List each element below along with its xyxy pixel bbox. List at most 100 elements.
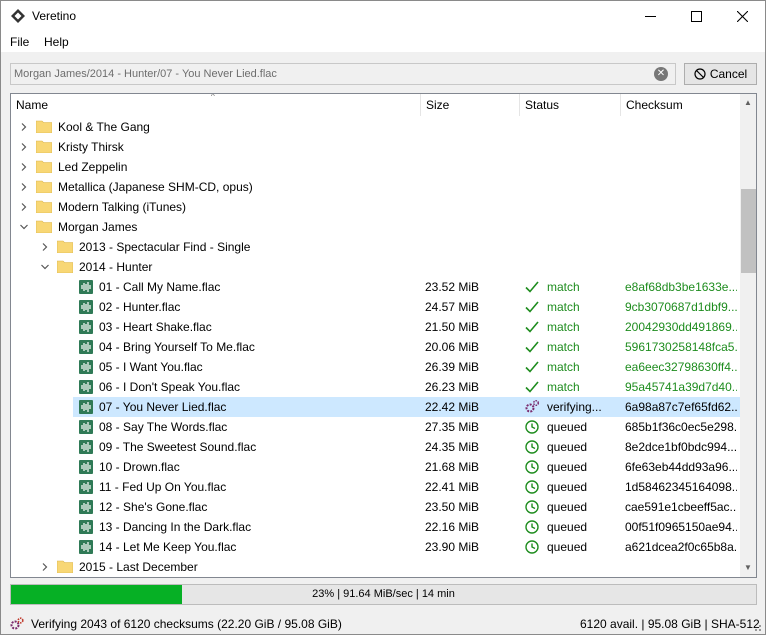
window-title: Veretino [32, 9, 77, 23]
chevron-down-icon[interactable] [41, 263, 49, 271]
chevron-down-icon[interactable] [20, 223, 28, 231]
check-icon [525, 361, 539, 373]
column-header-status[interactable]: Status [519, 94, 619, 116]
file-status: match [547, 280, 580, 294]
tree-row-file[interactable]: 04 - Bring Yourself To Me.flac 20.06 MiB m… [11, 337, 740, 357]
menu-help[interactable]: Help [44, 35, 69, 49]
folder-name: Kristy Thirsk [58, 140, 124, 154]
tree-row-file[interactable]: 01 - Call My Name.flac 23.52 MiB match e8af… [11, 277, 740, 297]
file-size: 24.57 MiB [425, 300, 480, 314]
title-bar: Veretino [1, 1, 765, 32]
resize-grip-icon[interactable] [751, 621, 761, 631]
chevron-right-icon[interactable] [20, 143, 28, 151]
progress-bar: 23% | 91.64 MiB/sec | 14 min [10, 584, 757, 605]
file-name: 10 - Drown.flac [99, 460, 180, 474]
file-status: queued [547, 480, 588, 494]
tree-row-folder[interactable]: 2013 - Spectacular Find - Single [11, 237, 740, 257]
tree-row-file[interactable]: 13 - Dancing In the Dark.flac 22.16 MiB qu… [11, 517, 740, 537]
file-status: queued [547, 500, 588, 514]
tree-row-folder[interactable]: Kool & The Gang [11, 117, 740, 137]
column-header-name[interactable]: Name ^ [11, 94, 419, 116]
tree-row-folder[interactable]: Kristy Thirsk [11, 137, 740, 157]
vertical-scrollbar[interactable]: ▲ ▼ [740, 94, 756, 577]
folder-name: 2015 - Last December [79, 560, 198, 574]
column-header-checksum[interactable]: Checksum [620, 94, 740, 116]
column-status-label: Status [525, 98, 560, 112]
cancel-button[interactable]: Cancel [684, 63, 757, 85]
minimize-button[interactable] [627, 1, 673, 31]
clock-icon [525, 520, 539, 534]
file-name: 03 - Heart Shake.flac [99, 320, 212, 334]
close-button[interactable] [719, 1, 765, 31]
tree-row-file[interactable]: 02 - Hunter.flac 24.57 MiB match 9cb3070687… [11, 297, 740, 317]
folder-icon [36, 120, 52, 133]
file-size: 24.35 MiB [425, 440, 480, 454]
audio-file-icon [79, 520, 93, 534]
file-size: 21.68 MiB [425, 460, 480, 474]
file-status: match [547, 320, 580, 334]
menu-file[interactable]: File [10, 35, 29, 49]
file-checksum: 6fe63eb44dd93a96... [625, 460, 737, 474]
clock-icon [525, 500, 539, 514]
folder-icon [57, 560, 73, 573]
tree-row-file[interactable]: 11 - Fed Up On You.flac 22.41 MiB queued 1d… [11, 477, 740, 497]
tree-row-folder[interactable]: 2014 - Hunter [11, 257, 740, 277]
clear-icon[interactable]: ✕ [654, 67, 668, 81]
cancel-icon [694, 68, 706, 80]
audio-file-icon [79, 460, 93, 474]
tree-row-file[interactable]: 05 - I Want You.flac 26.39 MiB match ea6eec… [11, 357, 740, 377]
check-icon [525, 301, 539, 313]
path-field[interactable]: Morgan James/2014 - Hunter/07 - You Neve… [10, 63, 676, 85]
tree-row-file[interactable]: 09 - The Sweetest Sound.flac 24.35 MiB que… [11, 437, 740, 457]
cancel-label: Cancel [709, 67, 748, 81]
file-tree[interactable]: Name ^ Size Status Checksum Kool & The G… [10, 93, 757, 578]
chevron-right-icon[interactable] [20, 163, 28, 171]
file-checksum: 9cb3070687d1dbf9... [625, 300, 737, 314]
status-summary: 6120 avail. | 95.08 GiB | SHA-512 [580, 617, 760, 631]
file-name: 04 - Bring Yourself To Me.flac [99, 340, 255, 354]
tree-row-file[interactable]: 06 - I Don't Speak You.flac 26.23 MiB matc… [11, 377, 740, 397]
tree-row-file[interactable]: 03 - Heart Shake.flac 21.50 MiB match 20042… [11, 317, 740, 337]
chevron-right-icon[interactable] [20, 203, 28, 211]
tree-row-folder[interactable]: Led Zeppelin [11, 157, 740, 177]
tree-row-file[interactable]: 08 - Say The Words.flac 27.35 MiB queued 68… [11, 417, 740, 437]
chevron-right-icon[interactable] [20, 183, 28, 191]
file-size: 22.16 MiB [425, 520, 480, 534]
tree-row-folder[interactable]: Morgan James [11, 217, 740, 237]
check-icon [525, 381, 539, 393]
path-text: Morgan James/2014 - Hunter/07 - You Neve… [14, 68, 277, 80]
file-size: 23.50 MiB [425, 500, 480, 514]
tree-row-folder[interactable]: Modern Talking (iTunes) [11, 197, 740, 217]
file-checksum: 6a98a87c7ef65fd62... [625, 400, 737, 414]
audio-file-icon [79, 480, 93, 494]
file-name: 12 - She's Gone.flac [99, 500, 208, 514]
file-size: 23.52 MiB [425, 280, 480, 294]
file-checksum: 685b1f36c0ec5e298... [625, 420, 737, 434]
column-header-size[interactable]: Size [420, 94, 519, 116]
scrollbar-thumb[interactable] [741, 189, 756, 273]
tree-row-folder[interactable]: Metallica (Japanese SHM-CD, opus) [11, 177, 740, 197]
tree-row-file[interactable]: 10 - Drown.flac 21.68 MiB queued 6fe63eb44d… [11, 457, 740, 477]
maximize-button[interactable] [673, 1, 719, 31]
chevron-right-icon[interactable] [20, 123, 28, 131]
app-window: Veretino File Help Morgan James/2014 - H… [0, 0, 766, 635]
tree-row-file[interactable]: 07 - You Never Lied.flac 22.42 MiB verifyi… [73, 397, 740, 417]
folder-icon [36, 160, 52, 173]
tree-row-folder[interactable]: 2015 - Last December [11, 557, 740, 577]
tree-row-file[interactable]: 14 - Let Me Keep You.flac 23.90 MiB queued… [11, 537, 740, 557]
app-logo-icon [11, 9, 25, 23]
audio-file-icon [79, 440, 93, 454]
tree-rows: Kool & The Gang Kristy Thirsk Led Zeppelin… [11, 117, 740, 577]
audio-file-icon [79, 540, 93, 554]
chevron-right-icon[interactable] [41, 563, 49, 571]
file-size: 22.42 MiB [425, 400, 480, 414]
file-checksum: cae591e1cbeeff5ac... [625, 500, 737, 514]
scroll-down-icon[interactable]: ▼ [744, 563, 752, 572]
chevron-right-icon[interactable] [41, 243, 49, 251]
file-size: 21.50 MiB [425, 320, 480, 334]
scroll-up-icon[interactable]: ▲ [744, 98, 752, 107]
tree-row-file[interactable]: 12 - She's Gone.flac 23.50 MiB queued cae59… [11, 497, 740, 517]
file-status: match [547, 340, 580, 354]
clock-icon [525, 540, 539, 554]
file-name: 02 - Hunter.flac [99, 300, 181, 314]
